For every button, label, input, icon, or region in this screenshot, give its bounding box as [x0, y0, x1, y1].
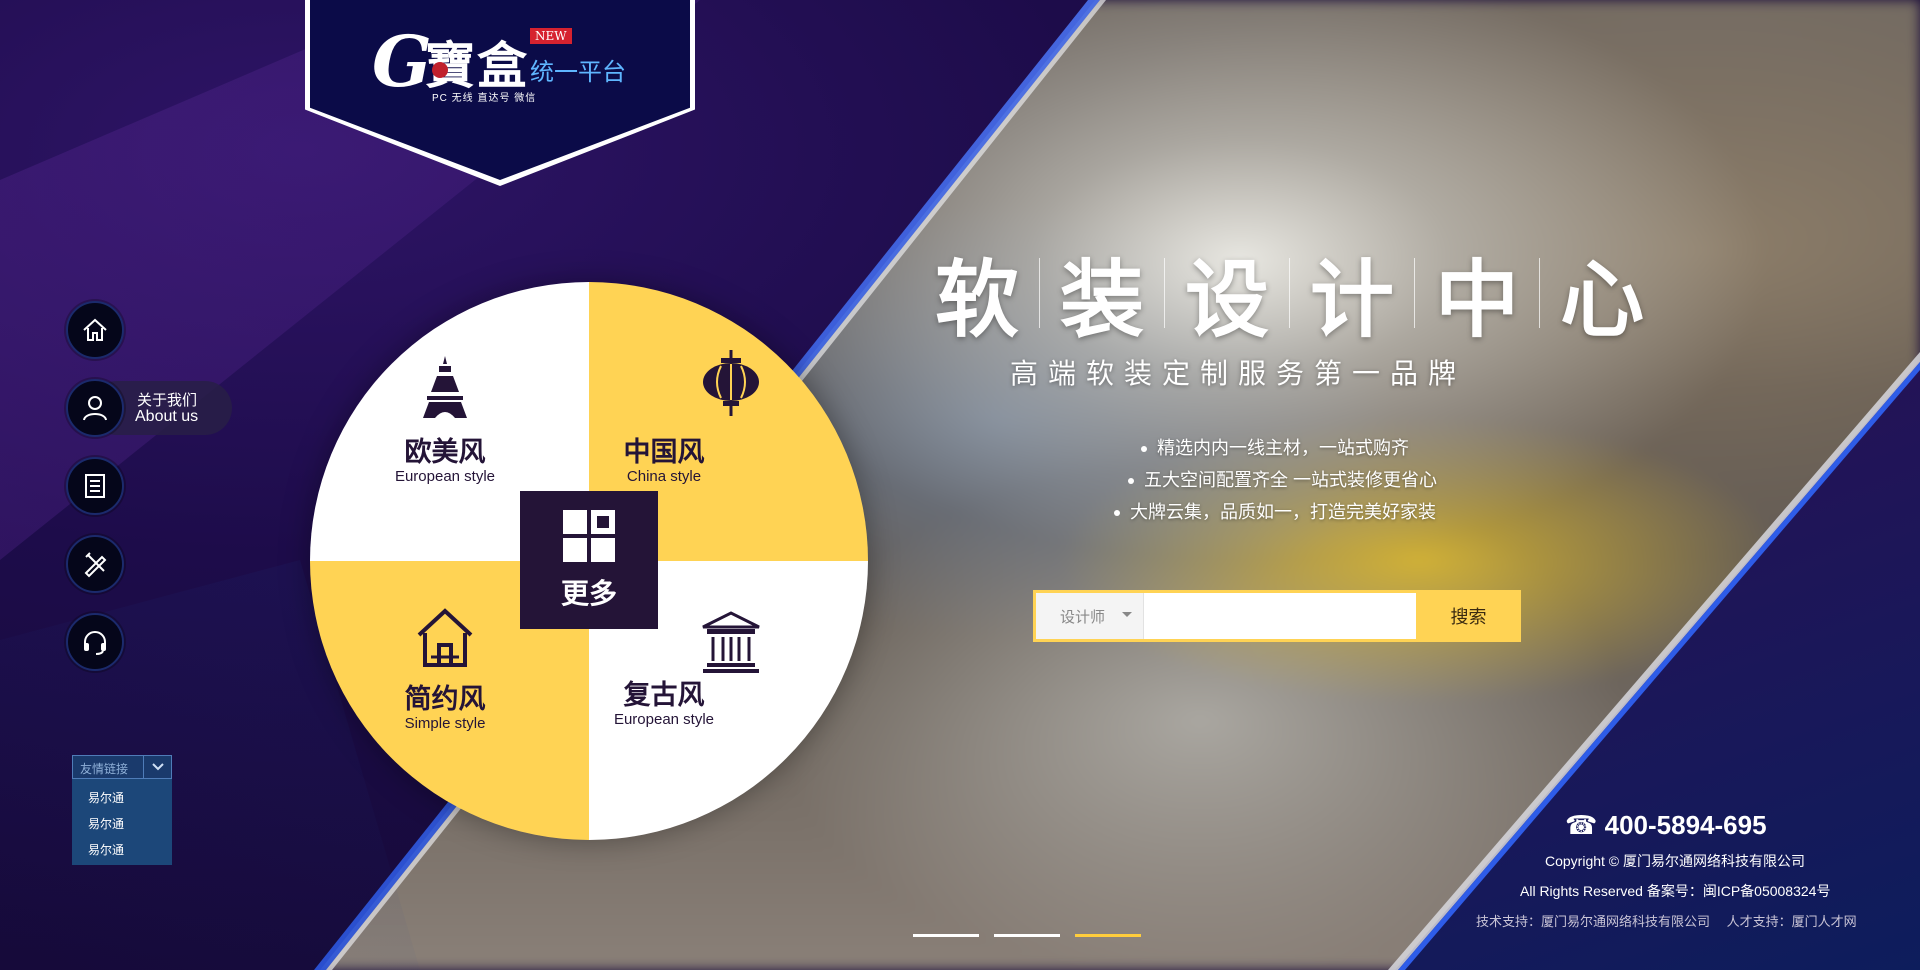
document-icon — [85, 474, 105, 498]
nav-news-button[interactable] — [66, 457, 124, 515]
about-label-en[interactable]: About us — [135, 408, 198, 426]
about-label-cn[interactable]: 关于我们 — [137, 389, 197, 410]
more-label: 更多 — [560, 577, 617, 610]
style-label-en: China style — [626, 468, 702, 485]
title-char: 中 — [1435, 250, 1520, 349]
title-separator — [1164, 258, 1166, 328]
platform-label: 统一平台 — [530, 59, 626, 86]
temple-icon — [702, 611, 760, 673]
style-label-en: Simple style — [404, 715, 486, 732]
nav-about-button[interactable] — [66, 379, 124, 437]
user-icon — [83, 396, 107, 421]
headset-icon — [84, 631, 106, 655]
lantern-icon — [703, 350, 759, 416]
style-label-en: European style — [613, 711, 715, 728]
style-label-cn: 欧美风 — [404, 437, 486, 468]
title-char: 计 — [1310, 250, 1395, 349]
style-label-cn: 中国风 — [623, 437, 705, 468]
seal-icon — [432, 62, 448, 78]
phone-number: 400-5894-695 — [1604, 810, 1767, 840]
slider-dot[interactable] — [913, 934, 979, 937]
eiffel-tower-icon — [423, 356, 467, 418]
hero-stage: G 寶盒 NEW 统一平台 PC 无线 直达号 微信 关于我们 About us — [0, 0, 1920, 970]
hotline: ☎ 400-5894-695 — [1565, 810, 1767, 841]
hero-bullet: 精选内内一线主材，一站式购齐 — [1141, 434, 1409, 460]
title-char: 设 — [1185, 250, 1270, 349]
title-char: 装 — [1060, 250, 1145, 349]
friend-link[interactable]: 易尔通 — [88, 815, 124, 832]
search-input[interactable] — [1145, 593, 1416, 639]
support-text[interactable]: 技术支持：厦门易尔通网络科技有限公司 人才支持：厦门人才网 — [1476, 911, 1857, 930]
hero-title: 软 装 设 计 中 心 — [935, 248, 1644, 349]
hero-bullet: 五大空间配置齐全 一站式装修更省心 — [1128, 466, 1437, 492]
chevron-down-icon — [1122, 612, 1132, 617]
copyright-text: Copyright © 厦门易尔通网络科技有限公司 — [1545, 853, 1806, 869]
hero-subtitle: 高端软装定制服务第一品牌 — [1010, 358, 1467, 389]
search-category-label: 设计师 — [1060, 608, 1106, 626]
slider-dot-active[interactable] — [1075, 934, 1141, 937]
new-badge: NEW — [530, 28, 572, 44]
more-styles-button[interactable]: 更多 — [520, 491, 658, 629]
title-separator — [1289, 258, 1291, 328]
logo-mark: G — [372, 20, 432, 103]
chevron-down-icon[interactable] — [143, 755, 172, 779]
friend-link[interactable]: 易尔通 — [88, 789, 124, 806]
nav-design-button[interactable] — [66, 535, 124, 593]
tools-icon — [84, 552, 107, 578]
title-char: 软 — [935, 250, 1020, 349]
icp-record[interactable]: All Rights Reserved 备案号：闽ICP备05008324号 — [1520, 881, 1830, 901]
title-separator — [1414, 258, 1416, 328]
channel-list: PC 无线 直达号 微信 — [432, 93, 537, 104]
friend-link[interactable]: 易尔通 — [88, 841, 124, 858]
house-icon — [417, 608, 473, 667]
style-label-cn: 简约风 — [404, 684, 486, 715]
nav-home-button[interactable] — [66, 301, 124, 359]
nav-contact-button[interactable] — [66, 613, 124, 671]
friend-links-title[interactable]: 友情链接 — [80, 760, 128, 777]
phone-icon: ☎ — [1565, 810, 1598, 840]
search-button[interactable]: 搜索 — [1419, 593, 1518, 639]
home-icon — [83, 318, 107, 341]
style-label-cn: 复古风 — [623, 680, 705, 711]
title-char: 心 — [1560, 250, 1645, 349]
grid-icon — [563, 510, 615, 562]
search-bar: 设计师 搜索 — [1033, 590, 1521, 642]
title-separator — [1539, 258, 1541, 328]
hero-bullet: 大牌云集，品质如一，打造完美好家装 — [1114, 498, 1436, 524]
slider-dot[interactable] — [994, 934, 1060, 937]
style-label-en: European style — [394, 468, 496, 485]
title-separator — [1039, 258, 1041, 328]
